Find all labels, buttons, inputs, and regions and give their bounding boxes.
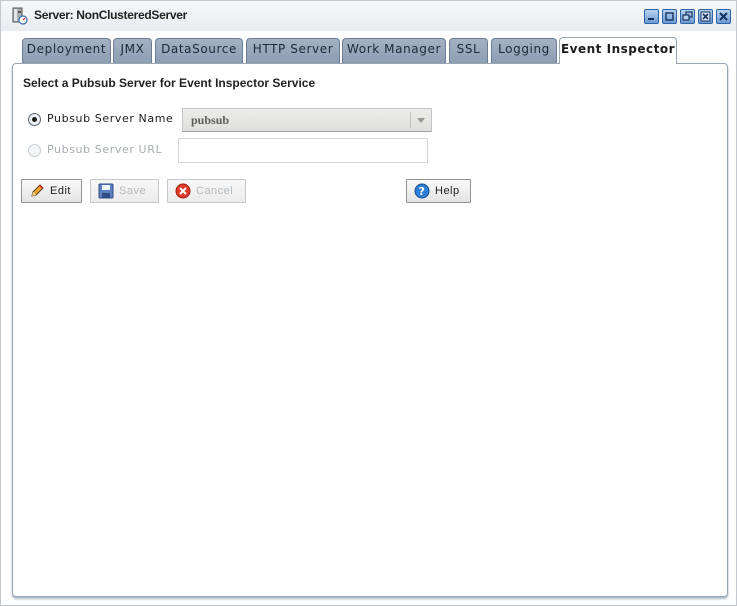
pubsub-server-url-radio[interactable] <box>28 144 41 157</box>
help-icon: ? <box>414 183 430 199</box>
edit-button[interactable]: Edit <box>21 179 82 203</box>
cancel-button[interactable]: Cancel <box>167 179 246 203</box>
select-divider <box>410 112 411 128</box>
title-bar[interactable]: Server: NonClusteredServer <box>1 1 736 31</box>
svg-text:?: ? <box>419 185 426 198</box>
pubsub-server-name-select[interactable]: pubsub <box>182 108 432 132</box>
tab-datasource[interactable]: DataSource <box>155 38 243 63</box>
close-panel-icon[interactable] <box>698 9 713 24</box>
floppy-disk-icon <box>98 183 114 199</box>
pubsub-server-name-label: Pubsub Server Name <box>47 112 174 125</box>
tab-http-server[interactable]: HTTP Server <box>246 38 340 63</box>
tab-work-manager[interactable]: Work Manager <box>342 38 446 63</box>
help-button[interactable]: ? Help <box>406 179 471 203</box>
pubsub-server-url-label: Pubsub Server URL <box>47 143 163 156</box>
cancel-icon <box>175 183 191 199</box>
minimize-icon[interactable] <box>644 9 659 24</box>
help-label: Help <box>435 185 460 197</box>
save-button[interactable]: Save <box>90 179 159 203</box>
tab-event-inspector[interactable]: Event Inspector <box>559 37 677 64</box>
edit-label: Edit <box>50 185 71 197</box>
restore-icon[interactable] <box>680 9 695 24</box>
section-title: Select a Pubsub Server for Event Inspect… <box>23 76 316 90</box>
tab-deployment[interactable]: Deployment <box>22 38 111 63</box>
cancel-label: Cancel <box>196 185 234 197</box>
close-icon[interactable] <box>716 9 731 24</box>
window-title: Server: NonClusteredServer <box>34 8 187 22</box>
tab-ssl[interactable]: SSL <box>449 38 488 63</box>
save-label: Save <box>119 185 147 197</box>
tab-jmx[interactable]: JMX <box>113 38 152 63</box>
window-controls <box>644 9 731 24</box>
server-window: Server: NonClusteredServer Deployment JM… <box>0 0 737 606</box>
pubsub-server-name-radio[interactable] <box>28 113 41 126</box>
pubsub-server-url-input[interactable] <box>178 138 428 163</box>
select-value: pubsub <box>191 113 230 127</box>
pencil-icon <box>29 183 45 199</box>
maximize-icon[interactable] <box>662 9 677 24</box>
chevron-down-icon[interactable] <box>417 118 425 123</box>
server-icon <box>11 7 29 25</box>
tab-logging[interactable]: Logging <box>491 38 557 63</box>
